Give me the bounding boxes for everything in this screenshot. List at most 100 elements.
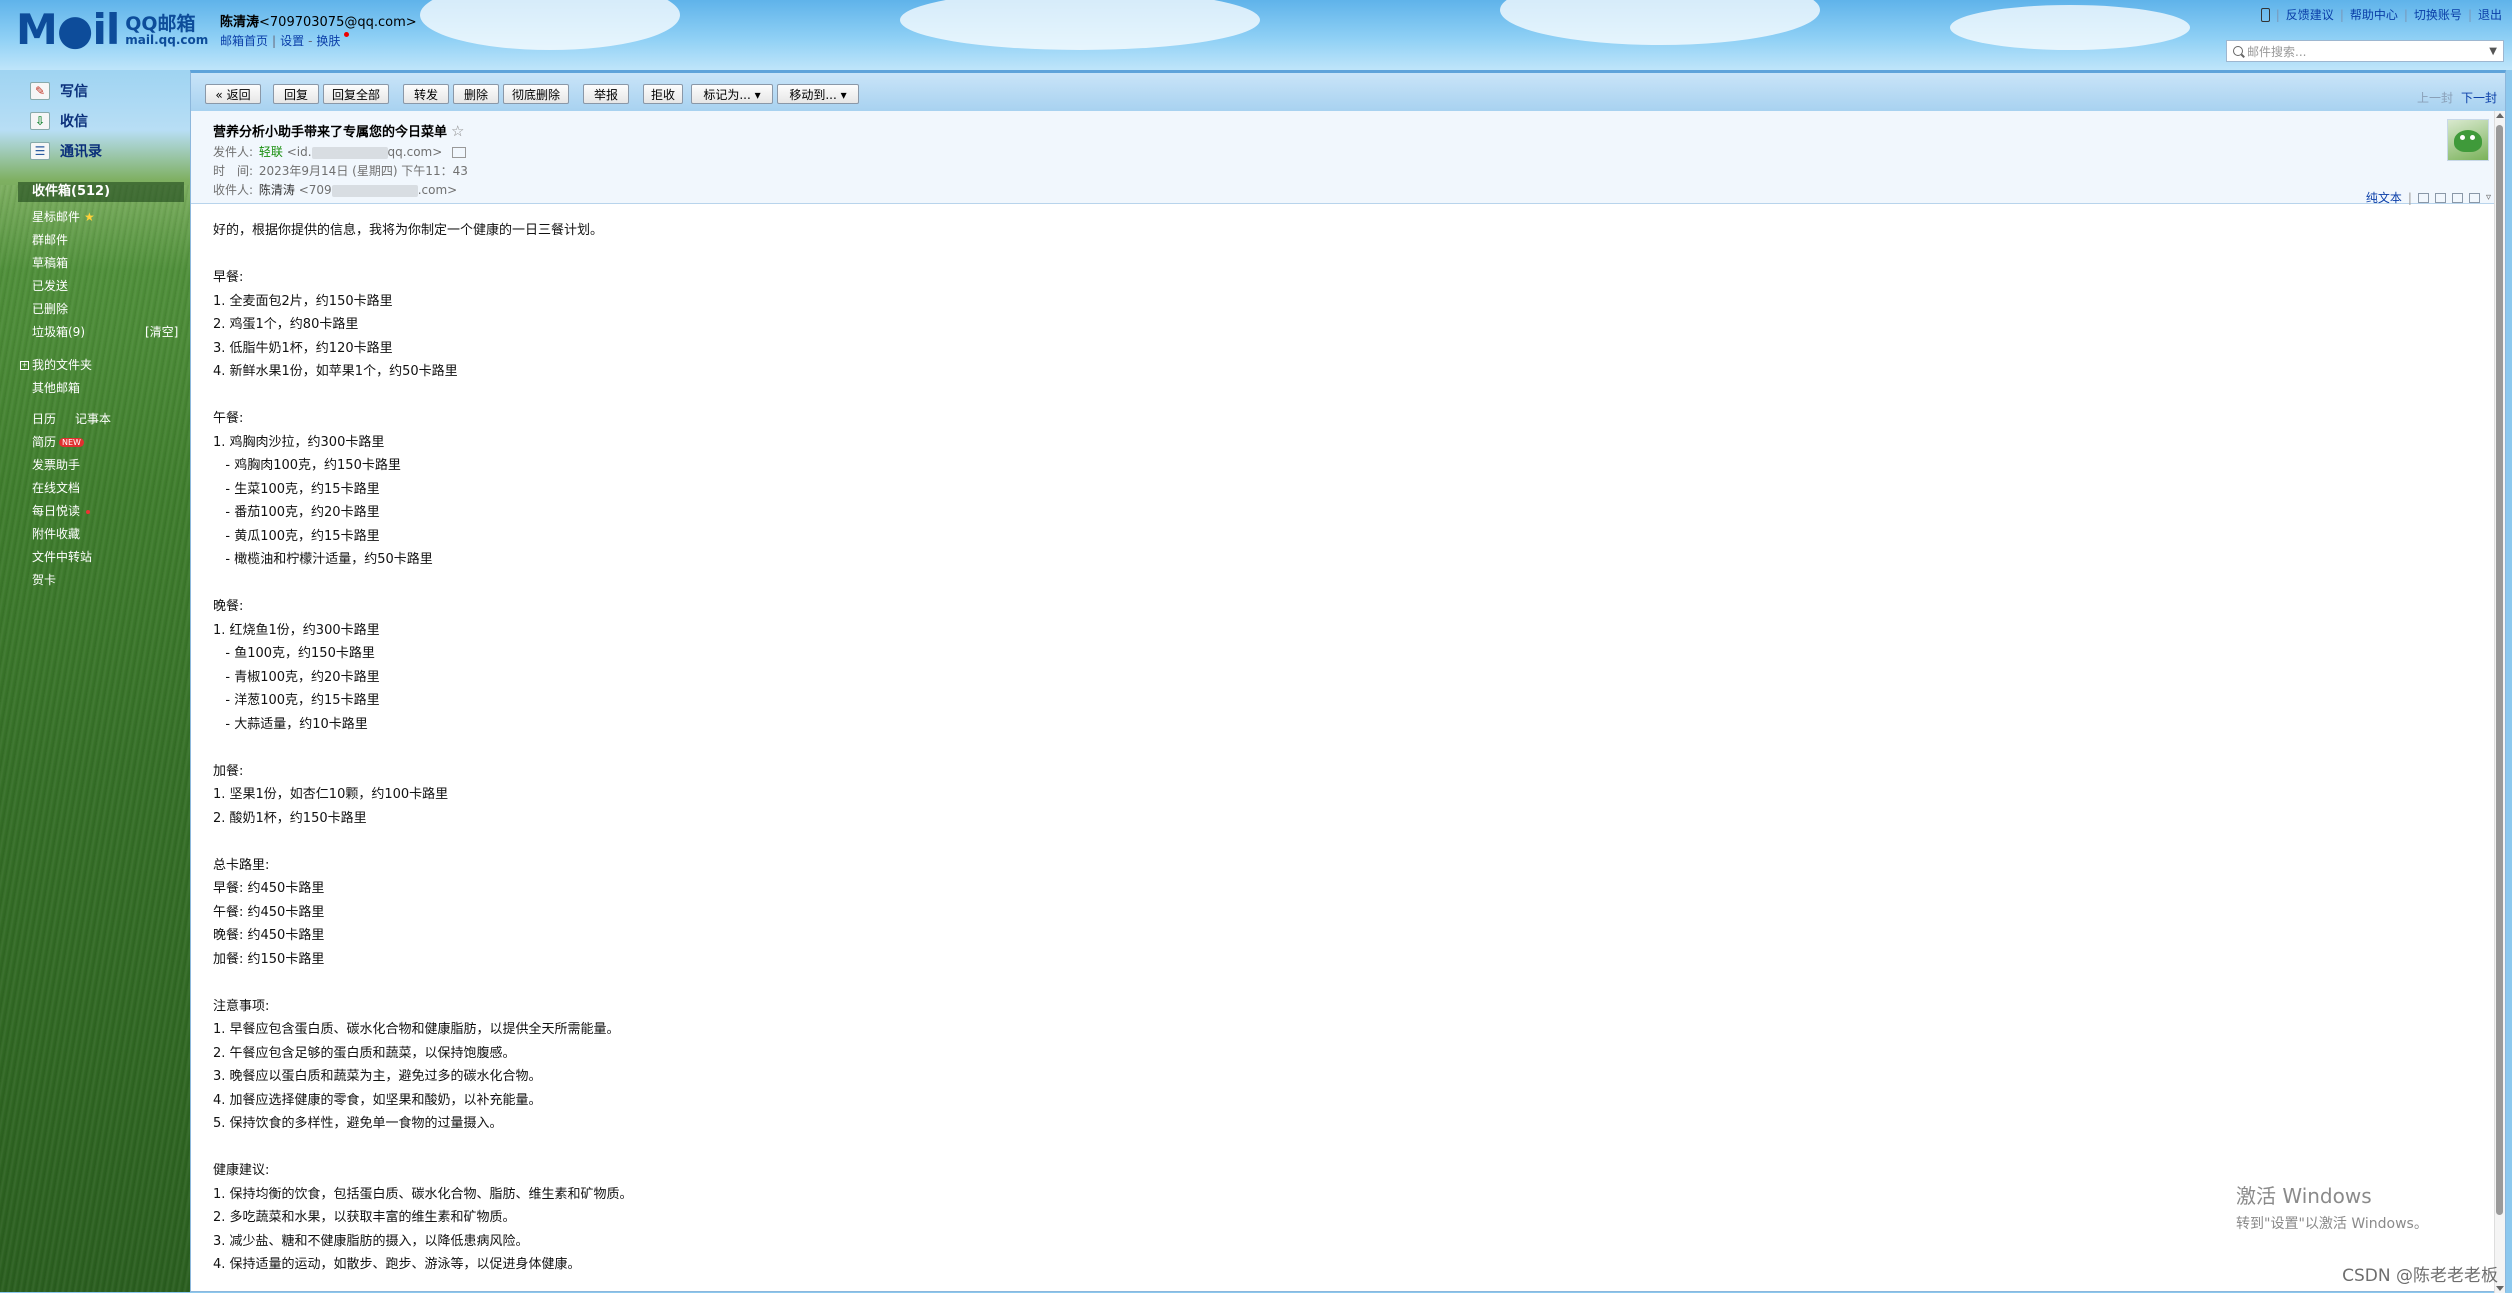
activation-subtitle: 转到"设置"以激活 Windows。 [2236, 1216, 2428, 1232]
cloud-decor [1950, 5, 2190, 50]
grass-background [0, 185, 190, 1292]
sidebar-item-sent[interactable]: 已发送 [32, 277, 68, 294]
body-line: - 鸡胸肉100克，约150卡路里 [213, 458, 401, 473]
move-to-dropdown[interactable]: 移动到... ▾ [777, 84, 859, 104]
sidebar-item-docs[interactable]: 在线文档 [32, 479, 80, 496]
scrollbar[interactable] [2494, 111, 2505, 1293]
reply-button[interactable]: 回复 [273, 84, 319, 104]
sidebar-item-starred[interactable]: 星标邮件 ★ [32, 208, 95, 225]
contact-card-icon[interactable] [452, 147, 467, 158]
phone-icon[interactable] [2260, 7, 2270, 22]
reject-button[interactable]: 拒收 [643, 84, 683, 104]
sender-name[interactable]: 轻联 [259, 145, 283, 159]
pencil-icon: ✎ [30, 82, 50, 100]
skin-link[interactable]: 换肤 [316, 34, 340, 48]
sidebar-item-attachments[interactable]: 附件收藏 [32, 525, 80, 542]
logout-link[interactable]: 退出 [2478, 6, 2502, 23]
recipient-name[interactable]: 陈清涛 [259, 183, 295, 197]
message-pager: 上一封 下一封 [2417, 89, 2497, 106]
body-line: 2. 鸡蛋1个，约80卡路里 [213, 317, 359, 332]
message-panel: « 返回 回复 回复全部 转发 删除 彻底删除 举报 拒收 标记为... ▾ 移… [190, 70, 2506, 1293]
sidebar: ✎ 写信 ⇩ 收信 ☰ 通讯录 收件箱(512) 星标邮件 ★ 群邮件 草稿箱 已… [0, 70, 190, 1292]
sender-avatar[interactable] [2447, 119, 2489, 161]
body-line: 3. 减少盐、糖和不健康脂肪的摄入，以降低患病风险。 [213, 1233, 529, 1249]
body-line: 5. 保持饮食的多样性，避免单一食物的过量摄入。 [213, 1116, 503, 1131]
subject-text: 营养分析小助手带来了专属您的今日菜单 [213, 125, 448, 140]
body-line [213, 572, 1213, 596]
sidebar-item-invoice[interactable]: 发票助手 [32, 456, 80, 473]
more-chevron-icon[interactable]: ▿ [2486, 192, 2491, 203]
star-icon[interactable]: ☆ [451, 122, 464, 140]
search-input[interactable]: 邮件搜索... ▼ [2226, 40, 2504, 62]
sidebar-item-spam[interactable]: 垃圾箱(9) [32, 323, 85, 340]
logo-url: mail.qq.com [125, 33, 209, 47]
redacted-block [311, 146, 388, 159]
body-line: - 大蒜适量，约10卡路里 [213, 716, 368, 732]
body-line: - 青椒100克，约20卡路里 [213, 669, 380, 685]
chevron-down-icon[interactable]: ▼ [2489, 46, 2497, 57]
search-icon [2233, 46, 2243, 56]
clear-spam-link[interactable]: [清空] [145, 323, 178, 340]
windows-activation-watermark: 激活 Windows 转到"设置"以激活 Windows。 [2236, 1180, 2428, 1233]
to-label: 收件人: [213, 183, 254, 197]
time-value: 2023年9月14日 (星期四) 下午11：43 [258, 164, 468, 178]
contacts-button[interactable]: ☰ 通讯录 [30, 140, 102, 162]
receive-button[interactable]: ⇩ 收信 [30, 110, 88, 132]
body-line: 好的，根据你提供的信息，我将为你制定一个健康的一日三餐计划。 [213, 223, 604, 238]
view-tools: 纯文本 | ▿ [2365, 189, 2491, 206]
compose-button[interactable]: ✎ 写信 [30, 80, 88, 102]
permanent-delete-button[interactable]: 彻底删除 [503, 84, 569, 104]
sidebar-item-calendar[interactable]: 日历 [32, 410, 56, 427]
sidebar-item-group[interactable]: 群邮件 [32, 231, 68, 248]
sidebar-item-label: 简历 [32, 435, 57, 449]
settings-link[interactable]: 设置 [280, 34, 304, 48]
message-subject: 营养分析小助手带来了专属您的今日菜单 ☆ [213, 121, 464, 140]
body-line: 1. 保持均衡的饮食，包括蛋白质、碳水化合物、脂肪、维生素和矿物质。 [213, 1186, 633, 1202]
top-header: M●il QQ邮箱 mail.qq.com 陈清涛<709703075@qq.c… [0, 0, 2512, 70]
sidebar-item-resume[interactable]: 简历 NEW [32, 433, 84, 450]
feedback-link[interactable]: 反馈建议 [2286, 6, 2334, 23]
csdn-watermark: CSDN @陈老老老板 [2342, 1266, 2498, 1286]
delete-button[interactable]: 删除 [453, 84, 499, 104]
copy-icon[interactable] [2451, 192, 2463, 203]
time-label: 时 间: [213, 164, 254, 178]
reply-all-button[interactable]: 回复全部 [323, 84, 389, 104]
sidebar-item-inbox[interactable]: 收件箱(512) [18, 182, 184, 202]
scroll-down-icon[interactable] [2496, 1286, 2504, 1291]
logo-mark: M●il [16, 5, 120, 54]
expand-icon[interactable]: + [20, 361, 29, 370]
sidebar-item-notes[interactable]: 记事本 [75, 410, 111, 427]
sidebar-item-file-transfer[interactable]: 文件中转站 [32, 548, 92, 565]
compose-label: 写信 [60, 84, 88, 100]
qq-mail-logo[interactable]: M●il QQ邮箱 mail.qq.com [16, 8, 208, 52]
body-line: 2. 酸奶1杯，约150卡路里 [213, 810, 367, 826]
mailbox-home-link[interactable]: 邮箱首页 [220, 34, 268, 48]
fullscreen-icon[interactable] [2434, 192, 2446, 203]
user-email: <709703075@qq.com> [259, 15, 417, 30]
next-message-link[interactable]: 下一封 [2461, 91, 2497, 105]
scroll-up-icon[interactable] [2496, 113, 2504, 118]
sidebar-item-greeting-card[interactable]: 贺卡 [32, 571, 56, 588]
sidebar-item-drafts[interactable]: 草稿箱 [32, 254, 68, 271]
sidebar-item-other-mail[interactable]: 其他邮箱 [32, 379, 80, 396]
switch-account-link[interactable]: 切换账号 [2414, 6, 2462, 23]
sidebar-item-daily-read[interactable]: 每日悦读 [32, 502, 91, 519]
new-window-icon[interactable] [2417, 192, 2429, 203]
prev-message-link[interactable]: 上一封 [2417, 91, 2453, 105]
body-line: 1. 鸡胸肉沙拉，约300卡路里 [213, 434, 385, 450]
body-line [213, 736, 1213, 760]
sidebar-item-my-folders[interactable]: + 我的文件夹 [20, 356, 92, 373]
help-link[interactable]: 帮助中心 [2350, 6, 2398, 23]
plain-text-link[interactable]: 纯文本 [2366, 189, 2402, 206]
back-button[interactable]: « 返回 [205, 84, 261, 104]
sidebar-item-deleted[interactable]: 已删除 [32, 300, 68, 317]
scrollbar-thumb[interactable] [2496, 125, 2503, 1215]
sender-row: 发件人: 轻联 <id. qq.com> [213, 143, 467, 160]
sidebar-item-label: 我的文件夹 [32, 358, 93, 372]
notification-dot [344, 32, 350, 37]
mark-as-dropdown[interactable]: 标记为... ▾ [691, 84, 773, 104]
report-button[interactable]: 举报 [583, 84, 629, 104]
forward-button[interactable]: 转发 [403, 84, 449, 104]
body-line: 早餐: 约450卡路里 [213, 881, 325, 896]
print-icon[interactable] [2468, 192, 2480, 203]
